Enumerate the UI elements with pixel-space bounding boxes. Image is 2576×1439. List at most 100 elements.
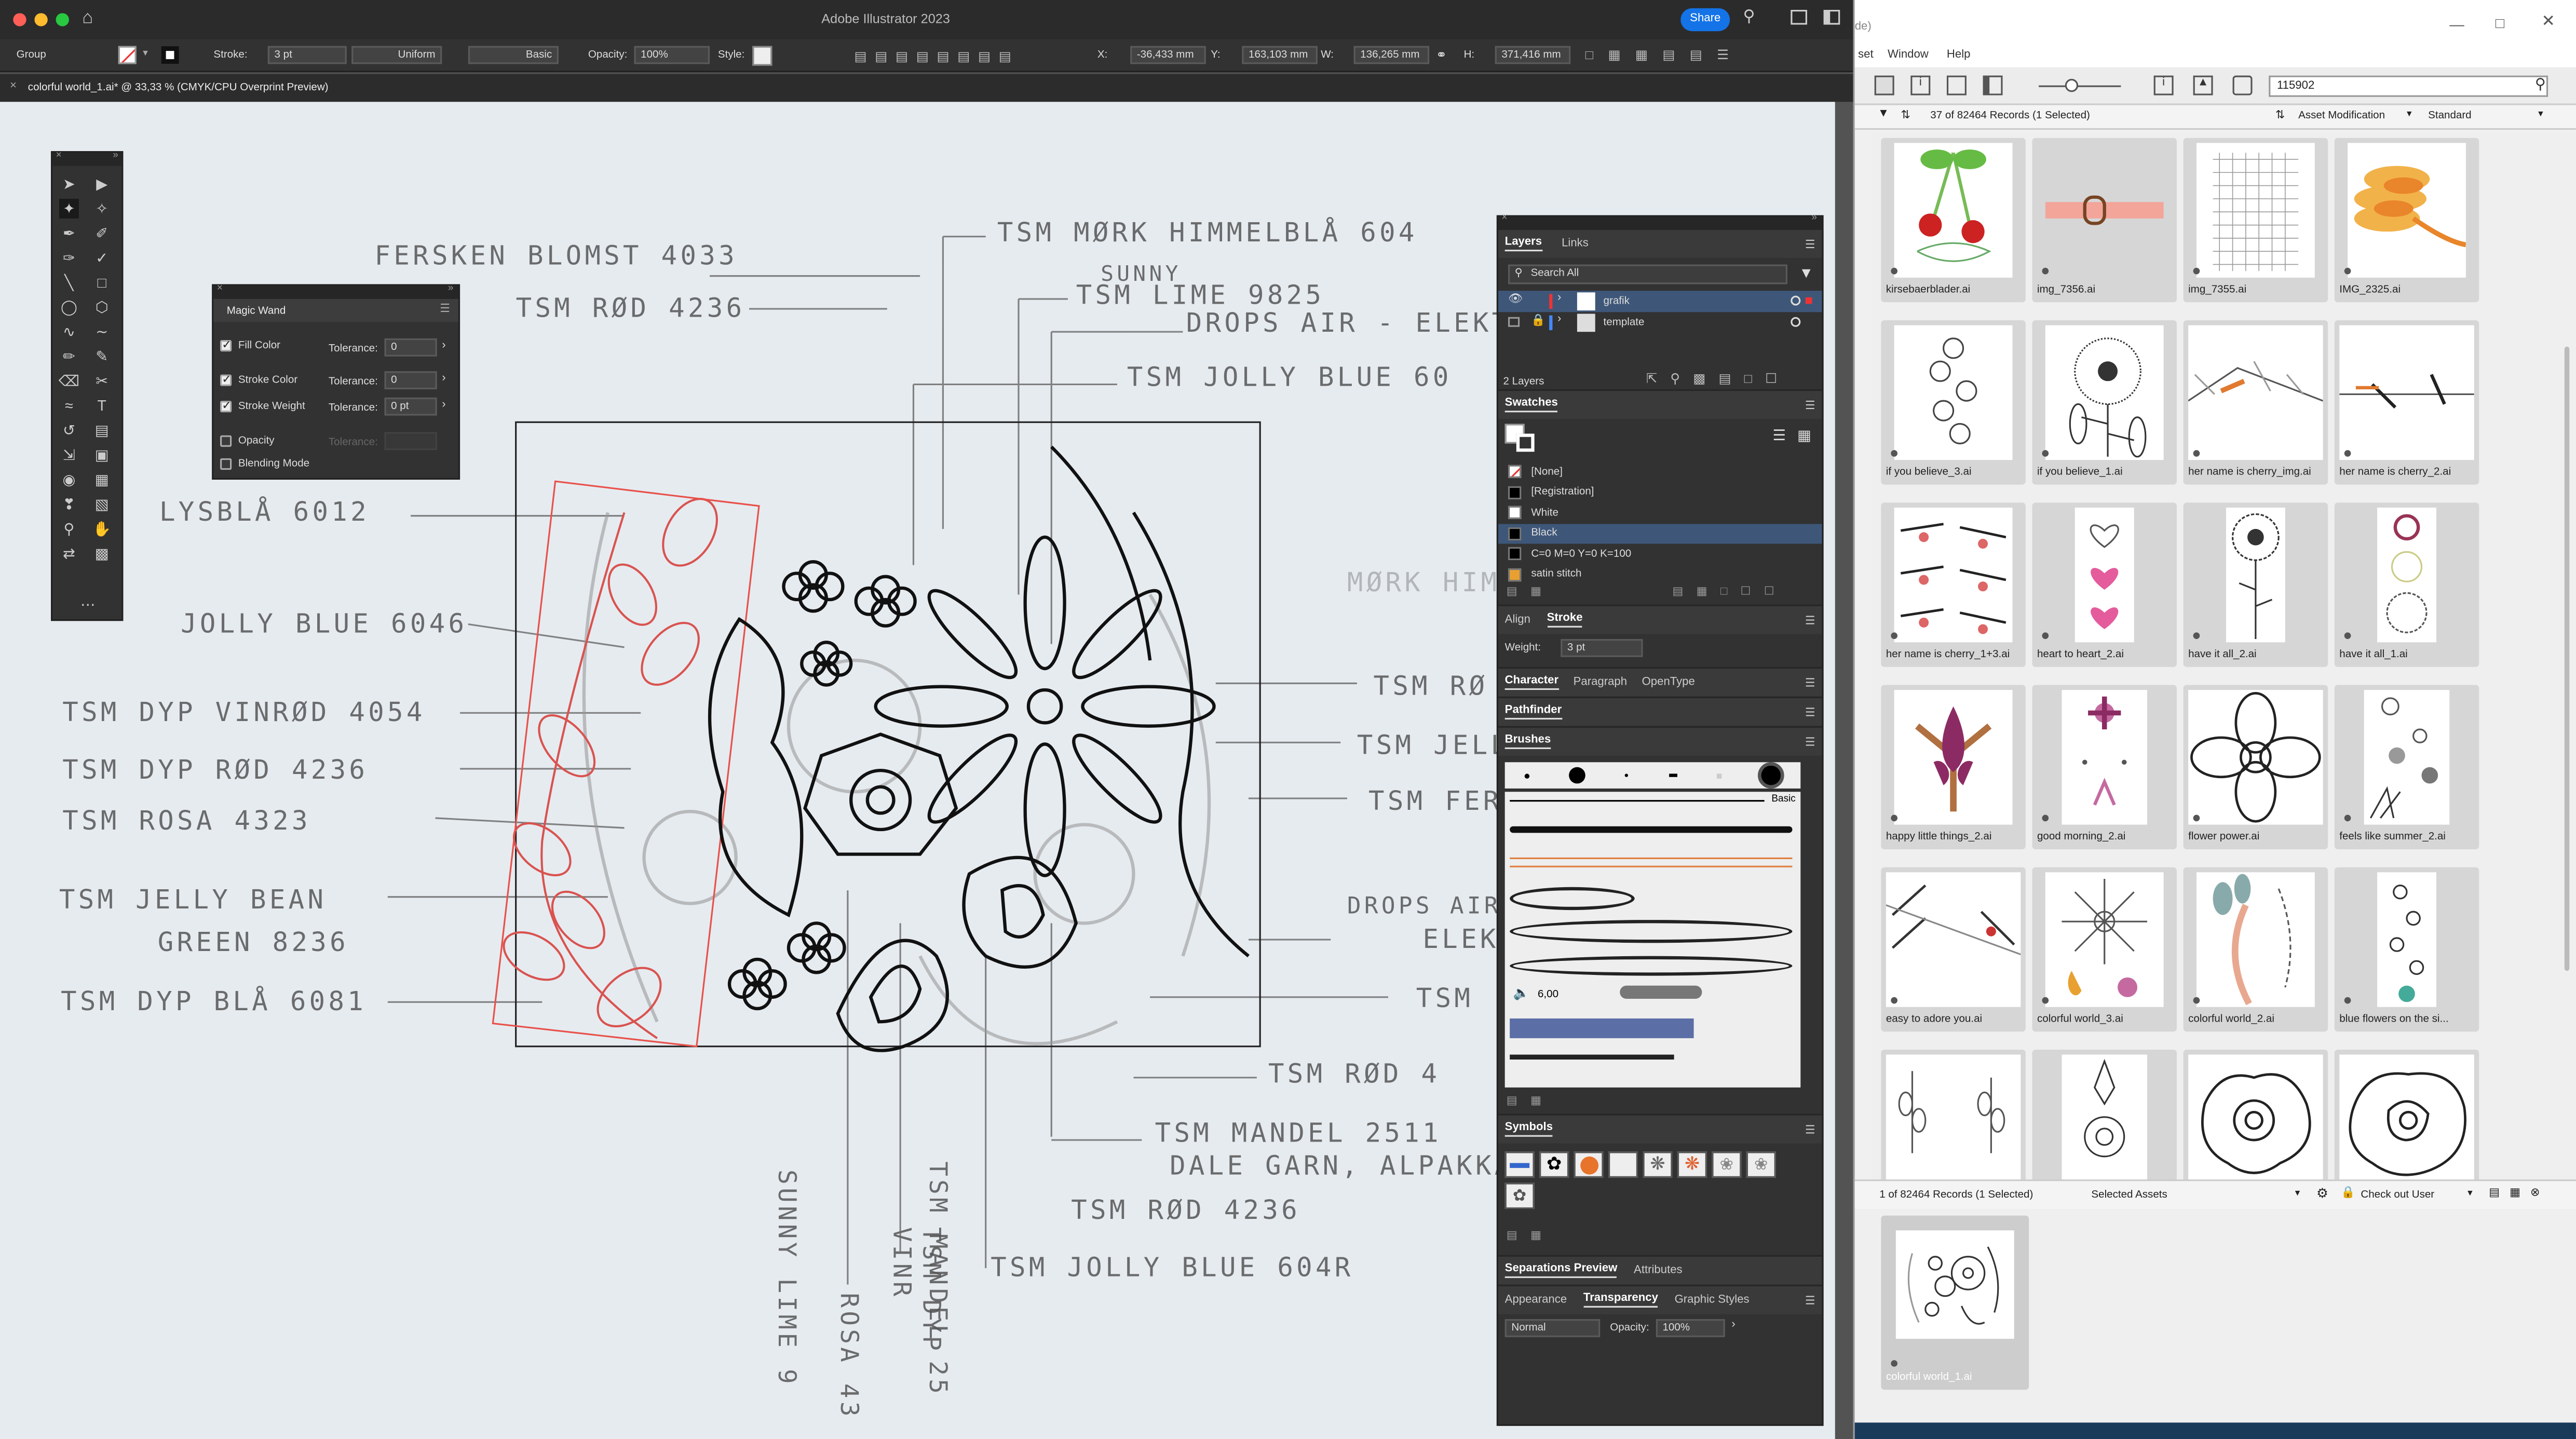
expand-icon[interactable]: › [1557,314,1561,325]
scissors-tool-icon[interactable]: ✂ [92,371,112,391]
asset-thumbnail[interactable]: have it all_1.ai [2334,503,2479,667]
chevron-down-icon[interactable]: ▾ [2295,1188,2300,1199]
view-select[interactable]: Standard [2428,110,2472,121]
search-icon[interactable]: ⚲ [1743,8,1755,26]
gradient-tool-icon[interactable]: ▤ [92,420,112,440]
tab-appearance[interactable]: Appearance [1505,1295,1567,1306]
close-window-button[interactable]: ✕ [2541,13,2555,31]
brush-definition[interactable]: Basic [468,46,559,64]
layers-search-input[interactable]: ⚲ Search All [1508,264,1787,284]
swatch-item[interactable]: satin stitch [1498,564,1822,585]
perspective-tool-icon[interactable]: ▦ [92,470,112,490]
tab-attributes[interactable]: Attributes [1634,1265,1683,1277]
align-icons[interactable]: ▤▤▤▤▤▤▤▤ [855,49,1020,64]
swatch-item[interactable]: [Registration] [1498,482,1822,503]
asset-thumbnail[interactable]: IMG_2325.ai [2334,138,2479,303]
tab-stroke[interactable]: Stroke [1547,613,1583,628]
tab-align[interactable]: Align [1505,614,1530,626]
menu-icon[interactable]: ☰ [1805,398,1815,412]
asset-thumbnail[interactable]: img_7356.ai [2032,138,2177,303]
chevron-down-icon[interactable]: ▾ [2467,1188,2473,1199]
symbol-item[interactable]: ❋ [1643,1151,1673,1178]
opacity-tolerance-field[interactable] [384,432,437,451]
rotate-tool-icon[interactable]: ↺ [59,420,79,440]
default-colors-icon[interactable]: ▩ [92,544,112,563]
scale-tool-icon[interactable]: ⇲ [59,445,79,465]
smooth-tool-icon[interactable]: ✎ [92,347,112,366]
swatch-item[interactable]: C=0 M=0 Y=0 K=100 [1498,544,1822,564]
symbol-item[interactable] [1574,1151,1604,1178]
x-field[interactable]: -36,433 mm [1130,46,1206,64]
menu-icon[interactable]: ☰ [1805,1294,1815,1307]
type-tool-icon[interactable]: T [92,396,112,416]
swatch-actions-icons[interactable]: ▤▦ [1507,585,1555,598]
selection-tool-icon[interactable]: ➤ [59,174,79,194]
symbol-item[interactable]: ✿ [1539,1151,1569,1178]
shape-builder-tool-icon[interactable]: ◉ [59,470,79,490]
brush-dash[interactable] [1668,773,1677,777]
lasso-tool-icon[interactable]: ✧ [92,199,112,219]
maximize-window-button[interactable] [56,13,69,26]
tab-transparency[interactable]: Transparency [1583,1293,1658,1308]
asset-thumbnail[interactable]: colorful world_3.ai [2032,867,2177,1032]
width-tool-icon[interactable]: ≈ [59,396,79,416]
lock-icon[interactable]: 🔒 [1531,314,1545,327]
target-icon[interactable] [1791,317,1801,327]
vertical-scrollbar[interactable] [2564,346,2570,971]
swatch-item[interactable]: Black [1498,523,1822,544]
checkout-select[interactable]: Check out User [2361,1189,2434,1201]
lock-icon[interactable]: 🔒 [2341,1186,2355,1199]
asset-thumbnail[interactable]: kirsebaerblader.ai [1881,138,2026,303]
layer-row[interactable]: 🔒 › template [1498,312,1822,333]
visibility-icon[interactable]: 👁 [1508,292,1523,305]
symbol-item[interactable]: ❀ [1712,1151,1742,1178]
chevron-down-icon[interactable]: ▾ [143,48,148,59]
pen-tool-icon[interactable]: ✒ [59,223,79,243]
asset-thumbnail[interactable]: her name is cherry_img.ai [2183,320,2328,485]
layer-row[interactable]: 👁 › grafik [1498,291,1822,313]
document-tab[interactable]: × colorful world_1.ai* @ 33,33 % (CMYK/C… [0,74,1856,102]
opacity-field[interactable]: 100% [634,46,710,64]
asset-thumbnail[interactable]: easy to adore you.ai [1881,867,2026,1032]
sort-by-select[interactable]: Asset Modification [2298,110,2385,121]
metadata-icon[interactable] [1946,75,1967,96]
asset-thumbnail[interactable]: if you believe_1.ai [2032,320,2177,485]
blend-mode-select[interactable]: Normal [1504,1319,1601,1337]
polygon-tool-icon[interactable]: ⬡ [92,297,112,317]
menu-icon[interactable]: ☰ [1805,1123,1815,1136]
artboard-tool-icon[interactable]: ▧ [92,494,112,514]
chevron-right-icon[interactable]: › [442,340,445,351]
asset-thumbnail[interactable]: heart to heart_2.ai [2032,503,2177,667]
filter-panel-icon[interactable] [1874,75,1894,96]
line-tool-icon[interactable]: ╲ [59,273,79,292]
asset-thumbnail[interactable]: blue flowers on the si... [2334,867,2479,1032]
tab-pathfinder[interactable]: Pathfinder [1504,705,1562,720]
tab-layers[interactable]: Layers [1504,237,1542,252]
tab-character[interactable]: Character [1504,675,1559,690]
opacity-checkbox[interactable] [220,435,232,447]
w-field[interactable]: 136,265 mm [1353,46,1430,64]
chevron-right-icon[interactable]: › [442,373,445,384]
curvature-tool-icon[interactable]: ✐ [92,223,112,243]
more-tools-icon[interactable]: ⋯ [80,596,95,615]
maximize-window-button[interactable]: □ [2496,15,2504,31]
layer-actions-icons[interactable]: ⇱⚲▩▤□☐ [1646,371,1790,386]
stroke-proxy[interactable] [1516,433,1535,452]
asset-thumbnail[interactable]: have it all_2.ai [2183,503,2328,667]
menu-item-help[interactable]: Help [1947,49,1971,61]
symbol-item[interactable] [1504,1151,1535,1178]
expand-icon[interactable]: » [113,151,118,161]
symbol-item[interactable]: ❀ [1746,1151,1776,1178]
minimize-window-button[interactable]: — [2449,17,2464,33]
home-icon[interactable]: ⌂ [82,8,93,28]
variable-width-profile[interactable]: Uniform [351,46,442,64]
tab-paragraph[interactable]: Paragraph [1574,677,1627,688]
asset-thumbnail[interactable]: good morning_2.ai [2032,685,2177,849]
visibility-icon[interactable] [1508,317,1520,327]
stroke-swatch[interactable] [161,46,179,64]
filter-icon[interactable]: ▼ [1878,108,1889,120]
brush-dot-tiny[interactable] [1625,773,1629,777]
asset-thumbnail[interactable] [2032,1050,2177,1180]
brush-dot-selected[interactable] [1757,762,1784,789]
hand-tool-icon[interactable]: ✋ [92,519,112,539]
